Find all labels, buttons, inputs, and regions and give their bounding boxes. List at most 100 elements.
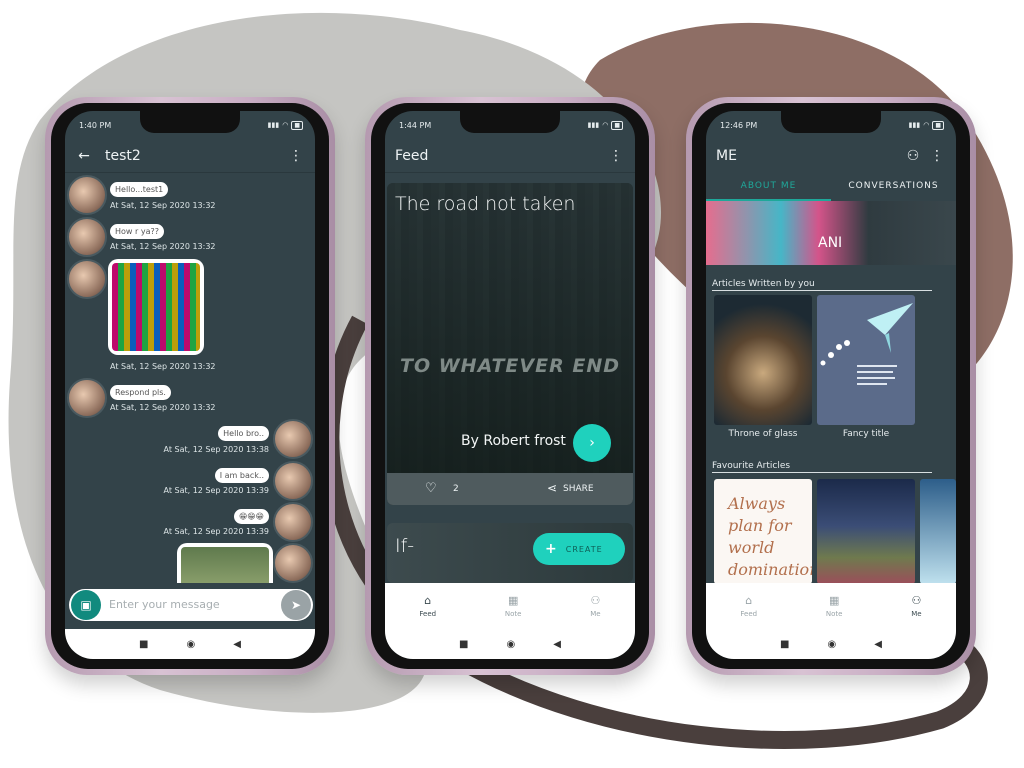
favourite-article[interactable]	[817, 479, 915, 584]
message-timestamp: At Sat, 12 Sep 2020 13:39	[163, 527, 269, 536]
overflow-menu-icon[interactable]: ⋮	[287, 147, 305, 165]
create-button[interactable]: + CREATE	[533, 533, 625, 565]
home-circle-icon[interactable]: ◉	[828, 639, 837, 650]
message-bubble[interactable]: Hello bro..	[218, 426, 269, 441]
tab-conversations[interactable]: CONVERSATIONS	[831, 173, 956, 201]
image-message[interactable]	[177, 543, 273, 583]
recents-icon[interactable]: ■	[139, 639, 148, 650]
message-bubble[interactable]: Hello...test1	[110, 182, 169, 197]
share-icon[interactable]: ⋖	[547, 481, 557, 495]
notch	[140, 111, 240, 133]
nav-item-feed[interactable]: ⌂ Feed	[740, 594, 757, 618]
share-button[interactable]: SHARE	[563, 484, 594, 494]
battery-icon: ■	[611, 120, 623, 130]
avatar	[273, 502, 313, 542]
back-arrow-icon[interactable]: ←	[75, 147, 93, 165]
home-circle-icon[interactable]: ◉	[187, 639, 196, 650]
avatar	[67, 259, 107, 299]
image-attach-icon[interactable]: ▣	[71, 590, 101, 620]
system-nav-bar: ■ ◉ ◀	[65, 629, 315, 659]
article-card[interactable]: The road not taken TO WHATEVER END By Ro…	[387, 183, 633, 505]
like-count: 2	[453, 484, 459, 494]
send-icon[interactable]: ➤	[281, 590, 311, 620]
create-label: CREATE	[565, 544, 603, 554]
nav-item-feed[interactable]: ⌂ Feed	[419, 594, 436, 618]
notch	[460, 111, 560, 133]
phone-chat: 1:40 PM ▮▮▮ ◠ ■ ← test2 ⋮ Hello...test1	[45, 97, 335, 675]
articles-section-label: Articles Written by you	[712, 279, 932, 291]
avatar	[273, 543, 313, 583]
nav-label: Me	[590, 610, 601, 618]
bottom-navigation: ⌂ Feed ▦ Note ⚇ Me	[706, 583, 956, 629]
me-screen: 12:46 PM ▮▮▮ ◠ ■ ME ⚇ ⋮ ABOUT ME CONVERS…	[706, 111, 956, 659]
recents-icon[interactable]: ■	[459, 639, 468, 650]
battery-icon: ■	[932, 120, 944, 130]
feed-screen: 1:44 PM ▮▮▮ ◠ ■ Feed ⋮ The road not take…	[385, 111, 635, 659]
notch	[781, 111, 881, 133]
message-bubble[interactable]: Respond pls.	[110, 385, 171, 400]
article-quote: TO WHATEVER END	[400, 355, 620, 377]
system-nav-bar: ■ ◉ ◀	[706, 629, 956, 659]
message-bubble[interactable]: 😁😁😁	[233, 509, 269, 524]
wifi-icon: ◠	[282, 121, 289, 129]
image-message[interactable]	[108, 259, 204, 355]
home-circle-icon[interactable]: ◉	[507, 639, 516, 650]
nav-item-me[interactable]: ⚇ Me	[590, 594, 600, 618]
article-author: By Robert frost	[461, 433, 566, 449]
signal-icon: ▮▮▮	[587, 121, 600, 129]
article-thumbnail[interactable]	[714, 295, 812, 425]
article-thumbnail[interactable]	[817, 295, 915, 425]
feed-title: Feed	[395, 147, 429, 164]
open-article-button[interactable]: ›	[573, 424, 611, 462]
feed-appbar: Feed ⋮	[385, 139, 635, 173]
message-input[interactable]: ▣ Enter your message ➤	[69, 589, 313, 621]
message-timestamp: At Sat, 12 Sep 2020 13:32	[110, 403, 216, 412]
message-timestamp: At Sat, 12 Sep 2020 13:32	[110, 242, 216, 251]
avatar	[67, 378, 107, 418]
favourites-section-label: Favourite Articles	[712, 461, 932, 473]
signal-icon: ▮▮▮	[267, 121, 280, 129]
chat-screen: 1:40 PM ▮▮▮ ◠ ■ ← test2 ⋮ Hello...test1	[65, 111, 315, 659]
wifi-icon: ◠	[923, 121, 930, 129]
message-item	[67, 175, 107, 215]
message-input-placeholder: Enter your message	[109, 598, 220, 611]
article-title: The road not taken	[395, 193, 576, 215]
nav-item-note[interactable]: ▦ Note	[505, 594, 522, 618]
recents-icon[interactable]: ■	[780, 639, 789, 650]
message-bubble[interactable]: I am back..	[214, 468, 269, 483]
message-timestamp: At Sat, 12 Sep 2020 13:39	[163, 486, 269, 495]
overflow-menu-icon[interactable]: ⋮	[607, 147, 625, 165]
tab-about-me[interactable]: ABOUT ME	[706, 173, 831, 201]
dashboard-icon: ▦	[507, 594, 519, 607]
favourite-article[interactable]: Always plan for world domination	[714, 479, 812, 584]
phone-feed: 1:44 PM ▮▮▮ ◠ ■ Feed ⋮ The road not take…	[365, 97, 655, 675]
message-timestamp: At Sat, 12 Sep 2020 13:32	[110, 362, 216, 371]
person-icon: ⚇	[590, 594, 601, 607]
overflow-menu-icon[interactable]: ⋮	[928, 147, 946, 165]
person-icon[interactable]: ⚇	[904, 147, 922, 165]
status-time: 1:44 PM	[399, 120, 432, 130]
heart-icon[interactable]: ♡	[425, 481, 437, 496]
article-caption: Fancy title	[842, 429, 890, 439]
plus-icon: +	[545, 541, 558, 557]
profile-banner: ANI	[706, 201, 956, 265]
message-bubble[interactable]: How r ya??	[110, 224, 164, 239]
chat-appbar: ← test2 ⋮	[65, 139, 315, 173]
back-triangle-icon[interactable]: ◀	[233, 639, 241, 650]
message-composer: ▣ Enter your message ➤	[65, 583, 315, 629]
shared-image	[181, 547, 269, 583]
nav-item-note[interactable]: ▦ Note	[826, 594, 843, 618]
nav-label: Feed	[419, 610, 437, 618]
home-icon: ⌂	[745, 594, 753, 607]
message-list[interactable]: Hello...test1 At Sat, 12 Sep 2020 13:32 …	[65, 173, 315, 583]
article-caption: Throne of glass	[728, 429, 798, 439]
avatar	[273, 461, 313, 501]
favourite-article[interactable]	[920, 479, 956, 584]
nav-label: Note	[504, 610, 522, 618]
nav-item-me[interactable]: ⚇ Me	[911, 594, 921, 618]
me-title: ME	[716, 148, 737, 164]
message-timestamp: At Sat, 12 Sep 2020 13:38	[163, 445, 269, 454]
back-triangle-icon[interactable]: ◀	[874, 639, 882, 650]
back-triangle-icon[interactable]: ◀	[553, 639, 561, 650]
nav-label: Me	[911, 610, 922, 618]
